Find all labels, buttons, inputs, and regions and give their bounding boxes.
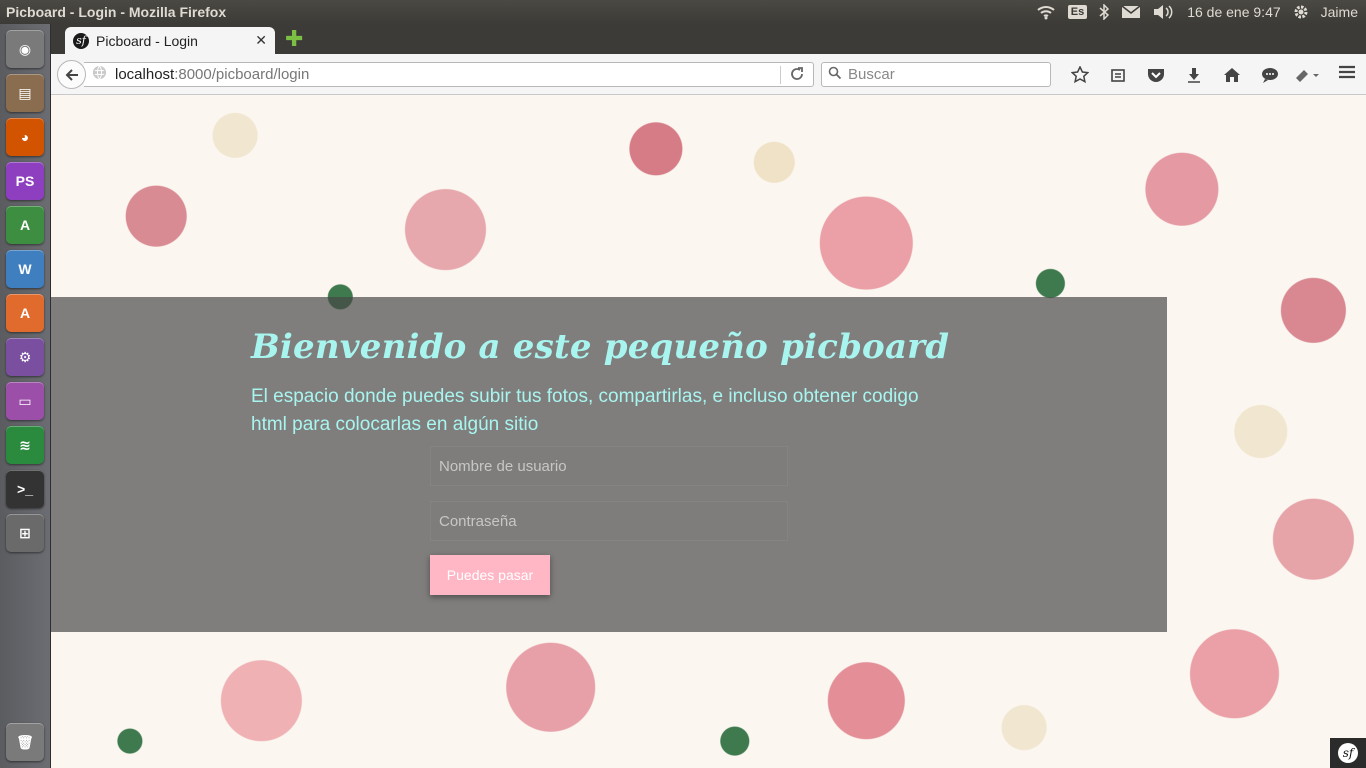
window-title: Picboard - Login - Mozilla Firefox [6, 4, 227, 20]
wifi-icon[interactable] [1036, 4, 1056, 20]
login-submit-button[interactable]: Puedes pasar [430, 555, 550, 595]
symfony-favicon-icon: sf [73, 32, 89, 49]
launcher-software-center-icon[interactable]: A [6, 294, 44, 332]
system-top-panel: Picboard - Login - Mozilla Firefox Es 16… [0, 0, 1366, 24]
globe-icon[interactable] [92, 65, 107, 84]
url-bar[interactable]: localhost:8000/picboard/login [84, 62, 814, 87]
close-tab-icon[interactable]: ✕ [255, 32, 267, 49]
launcher-terminal-icon[interactable]: >_ [6, 470, 44, 508]
chat-icon[interactable] [1251, 67, 1289, 83]
volume-icon[interactable] [1153, 4, 1175, 20]
keyboard-layout-indicator[interactable]: Es [1067, 5, 1088, 19]
home-icon[interactable] [1213, 67, 1251, 83]
extension-dropdown-icon[interactable] [1289, 68, 1327, 82]
reading-list-icon[interactable] [1099, 67, 1137, 83]
clock[interactable]: 16 de ene 9:47 [1187, 4, 1280, 20]
launcher-android-studio-icon[interactable]: A [6, 206, 44, 244]
launcher-trash-icon[interactable]: 🗑 [6, 723, 44, 761]
toolbar-icons [1061, 64, 1327, 86]
username-placeholder: Nombre de usuario [439, 457, 567, 475]
page-background: Bienvenido a este pequeño picboard El es… [51, 95, 1366, 768]
search-icon [828, 66, 842, 84]
url-host: localhost [115, 66, 175, 83]
launcher-firefox-icon[interactable]: ◕ [6, 118, 44, 156]
username-field[interactable]: Nombre de usuario [430, 446, 788, 486]
symfony-logo-icon: sf [1338, 743, 1358, 763]
launcher-ubuntu-dash-icon[interactable]: ◉ [6, 30, 44, 68]
gear-icon[interactable] [1293, 4, 1309, 20]
new-tab-button[interactable]: ✚ [285, 28, 303, 50]
launcher-workspaces-icon[interactable]: ⊞ [6, 514, 44, 552]
system-tray: Es 16 de ene 9:47 Jaime [1036, 0, 1358, 24]
mail-icon[interactable] [1121, 5, 1141, 19]
navigation-toolbar: localhost:8000/picboard/login Buscar [51, 54, 1366, 95]
launcher-spotify-icon[interactable]: ≋ [6, 426, 44, 464]
login-panel: Bienvenido a este pequeño picboard El es… [51, 297, 1167, 632]
welcome-title: Bienvenido a este pequeño picboard [251, 327, 950, 367]
bluetooth-icon[interactable] [1099, 4, 1110, 20]
launcher-phpstorm-icon[interactable]: PS [6, 162, 44, 200]
password-field[interactable]: Contraseña [430, 501, 788, 541]
pocket-icon[interactable] [1137, 67, 1175, 83]
symfony-toolbar-toggle[interactable]: sf [1330, 738, 1366, 768]
search-placeholder: Buscar [848, 66, 895, 83]
url-path: :8000/picboard/login [174, 66, 310, 83]
launcher-system-settings-icon[interactable]: ⚙ [6, 338, 44, 376]
launcher-files-icon[interactable]: ▤ [6, 74, 44, 112]
arrow-left-icon [65, 68, 78, 81]
app-launcher: ◉ ▤ ◕ PS A W A ⚙ ▭ ≋ >_ ⊞ 🗑 [0, 24, 51, 768]
bookmark-star-icon[interactable] [1061, 66, 1099, 84]
tab-picboard-login[interactable]: sf Picboard - Login ✕ [65, 27, 275, 54]
launcher-mysql-workbench-icon[interactable]: W [6, 250, 44, 288]
download-icon[interactable] [1175, 67, 1213, 83]
back-button[interactable] [57, 60, 86, 89]
search-bar[interactable]: Buscar [821, 62, 1051, 87]
tab-title: Picboard - Login [96, 32, 198, 49]
welcome-subtitle: El espacio donde puedes subir tus fotos,… [251, 386, 919, 435]
password-placeholder: Contraseña [439, 512, 517, 530]
hamburger-menu-icon[interactable] [1338, 64, 1360, 85]
firefox-window: sf Picboard - Login ✕ ✚ localhost:8000/p… [51, 24, 1366, 768]
launcher-app-window-icon[interactable]: ▭ [6, 382, 44, 420]
url-separator [780, 66, 781, 84]
reload-icon[interactable] [789, 66, 805, 86]
tab-strip: sf Picboard - Login ✕ ✚ [51, 24, 1366, 54]
user-name[interactable]: Jaime [1321, 4, 1358, 20]
